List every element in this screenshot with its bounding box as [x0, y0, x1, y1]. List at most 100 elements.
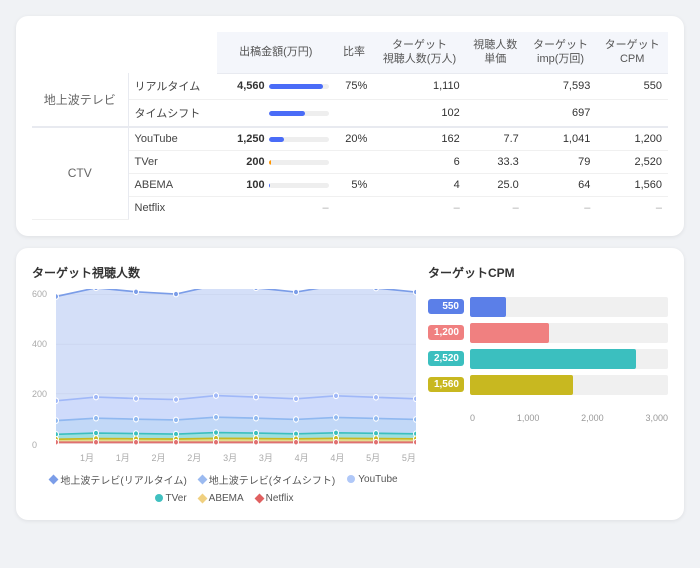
row-ratio: 20% — [335, 127, 374, 151]
row-imp: – — [525, 197, 597, 220]
legend-marker — [197, 493, 207, 503]
category-0: 地上波テレビ — [32, 73, 128, 127]
hbar-fill — [470, 323, 549, 343]
row-target: 162 — [373, 127, 465, 151]
row-target: 1,110 — [373, 73, 465, 100]
bar-axis-label: 2,000 — [581, 413, 604, 423]
hbar-fill — [470, 375, 573, 395]
chart-legend: 地上波テレビ(リアルタイム) 地上波テレビ(タイムシフト) YouTube TVer A… — [32, 472, 416, 504]
col-cpm: ターゲットCPM — [596, 32, 668, 73]
row-amount: 4,560 — [217, 73, 335, 100]
row-cpm: 1,200 — [596, 127, 668, 151]
row-cpa — [466, 73, 525, 100]
row-amount — [217, 100, 335, 128]
area-chart-section: ターゲット視聴人数 600 400 200 0 1月1月2月2月3月3月4月4月… — [32, 264, 416, 504]
hbar-track — [470, 349, 668, 369]
legend-item: TVer — [155, 493, 187, 504]
legend-label: 地上波テレビ(リアルタイム) — [60, 472, 186, 487]
row-cpa: 33.3 — [466, 151, 525, 174]
row-ratio — [335, 100, 374, 128]
row-amount: 1,250 — [217, 127, 335, 151]
row-amount: 100 — [217, 174, 335, 197]
row-cpa: 25.0 — [466, 174, 525, 197]
hbar-row: 550 — [428, 297, 668, 317]
category-1: CTV — [32, 127, 128, 219]
legend-marker — [49, 474, 59, 484]
hbar-track — [470, 297, 668, 317]
hbar-label: 1,560 — [428, 377, 464, 392]
bar-axis: 0 1,000 2,000 3,000 — [428, 413, 668, 423]
legend-item: 地上波テレビ(タイムシフト) — [199, 472, 335, 487]
legend-marker — [254, 493, 264, 503]
hbar-fill — [470, 349, 636, 369]
legend-label: ABEMA — [209, 493, 244, 504]
row-target: – — [373, 197, 465, 220]
legend-item: YouTube — [347, 472, 397, 487]
col-imp: ターゲットimp(万回) — [525, 32, 597, 73]
row-ratio — [335, 151, 374, 174]
row-ratio: 75% — [335, 73, 374, 100]
row-imp: 697 — [525, 100, 597, 128]
hbar-row: 1,200 — [428, 323, 668, 343]
legend-label: YouTube — [358, 474, 397, 485]
col-amount: 出稿金額(万円) — [217, 32, 335, 73]
bar-axis-label: 0 — [470, 413, 475, 423]
row-ratio: 5% — [335, 174, 374, 197]
legend-label: 地上波テレビ(タイムシフト) — [209, 472, 335, 487]
charts-card: ターゲット視聴人数 600 400 200 0 1月1月2月2月3月3月4月4月… — [16, 248, 684, 520]
hbar-label: 1,200 — [428, 325, 464, 340]
row-label: リアルタイム — [128, 73, 217, 100]
row-ratio — [335, 197, 374, 220]
row-label: TVer — [128, 151, 217, 174]
hbar-label: 2,520 — [428, 351, 464, 366]
legend-label: TVer — [166, 493, 187, 504]
row-amount: 200 — [217, 151, 335, 174]
row-label: YouTube — [128, 127, 217, 151]
row-label: ABEMA — [128, 174, 217, 197]
legend-item: ABEMA — [199, 493, 244, 504]
row-target: 6 — [373, 151, 465, 174]
row-imp: 64 — [525, 174, 597, 197]
bar-chart-section: ターゲットCPM 550 1,200 2,520 1,560 0 1,000 2,000 3… — [428, 264, 668, 504]
area-chart — [56, 289, 416, 449]
bar-axis-label: 3,000 — [645, 413, 668, 423]
row-label: Netflix — [128, 197, 217, 220]
data-table: 出稿金額(万円) 比率 ターゲット視聴人数(万人) 視聴人数単価 ターゲットim… — [32, 32, 668, 220]
row-cpa — [466, 100, 525, 128]
row-imp: 79 — [525, 151, 597, 174]
row-cpm: 550 — [596, 73, 668, 100]
bar-chart-title: ターゲットCPM — [428, 264, 668, 281]
row-target: 102 — [373, 100, 465, 128]
legend-marker — [347, 475, 355, 483]
row-imp: 1,041 — [525, 127, 597, 151]
legend-marker — [155, 494, 163, 502]
row-cpm: 2,520 — [596, 151, 668, 174]
legend-label: Netflix — [266, 493, 294, 504]
row-cpm — [596, 100, 668, 128]
row-cpa: – — [466, 197, 525, 220]
x-axis: 1月1月2月2月3月3月4月4月5月5月 — [56, 451, 416, 464]
legend-item: 地上波テレビ(リアルタイム) — [50, 472, 186, 487]
col-cpa: 視聴人数単価 — [466, 32, 525, 73]
y-axis: 600 400 200 0 — [32, 289, 47, 464]
col-target: ターゲット視聴人数(万人) — [373, 32, 465, 73]
hbar-fill — [470, 297, 506, 317]
legend-item: Netflix — [256, 493, 294, 504]
row-cpm: – — [596, 197, 668, 220]
hbar-chart: 550 1,200 2,520 1,560 — [428, 289, 668, 409]
legend-marker — [197, 474, 207, 484]
hbar-track — [470, 375, 668, 395]
row-imp: 7,593 — [525, 73, 597, 100]
row-target: 4 — [373, 174, 465, 197]
row-cpa: 7.7 — [466, 127, 525, 151]
hbar-row: 2,520 — [428, 349, 668, 369]
bar-axis-label: 1,000 — [517, 413, 540, 423]
row-cpm: 1,560 — [596, 174, 668, 197]
row-label: タイムシフト — [128, 100, 217, 128]
hbar-label: 550 — [428, 299, 464, 314]
table-card: 出稿金額(万円) 比率 ターゲット視聴人数(万人) 視聴人数単価 ターゲットim… — [16, 16, 684, 236]
hbar-track — [470, 323, 668, 343]
col-ratio: 比率 — [335, 32, 374, 73]
row-amount: – — [217, 197, 335, 220]
area-chart-title: ターゲット視聴人数 — [32, 264, 416, 281]
